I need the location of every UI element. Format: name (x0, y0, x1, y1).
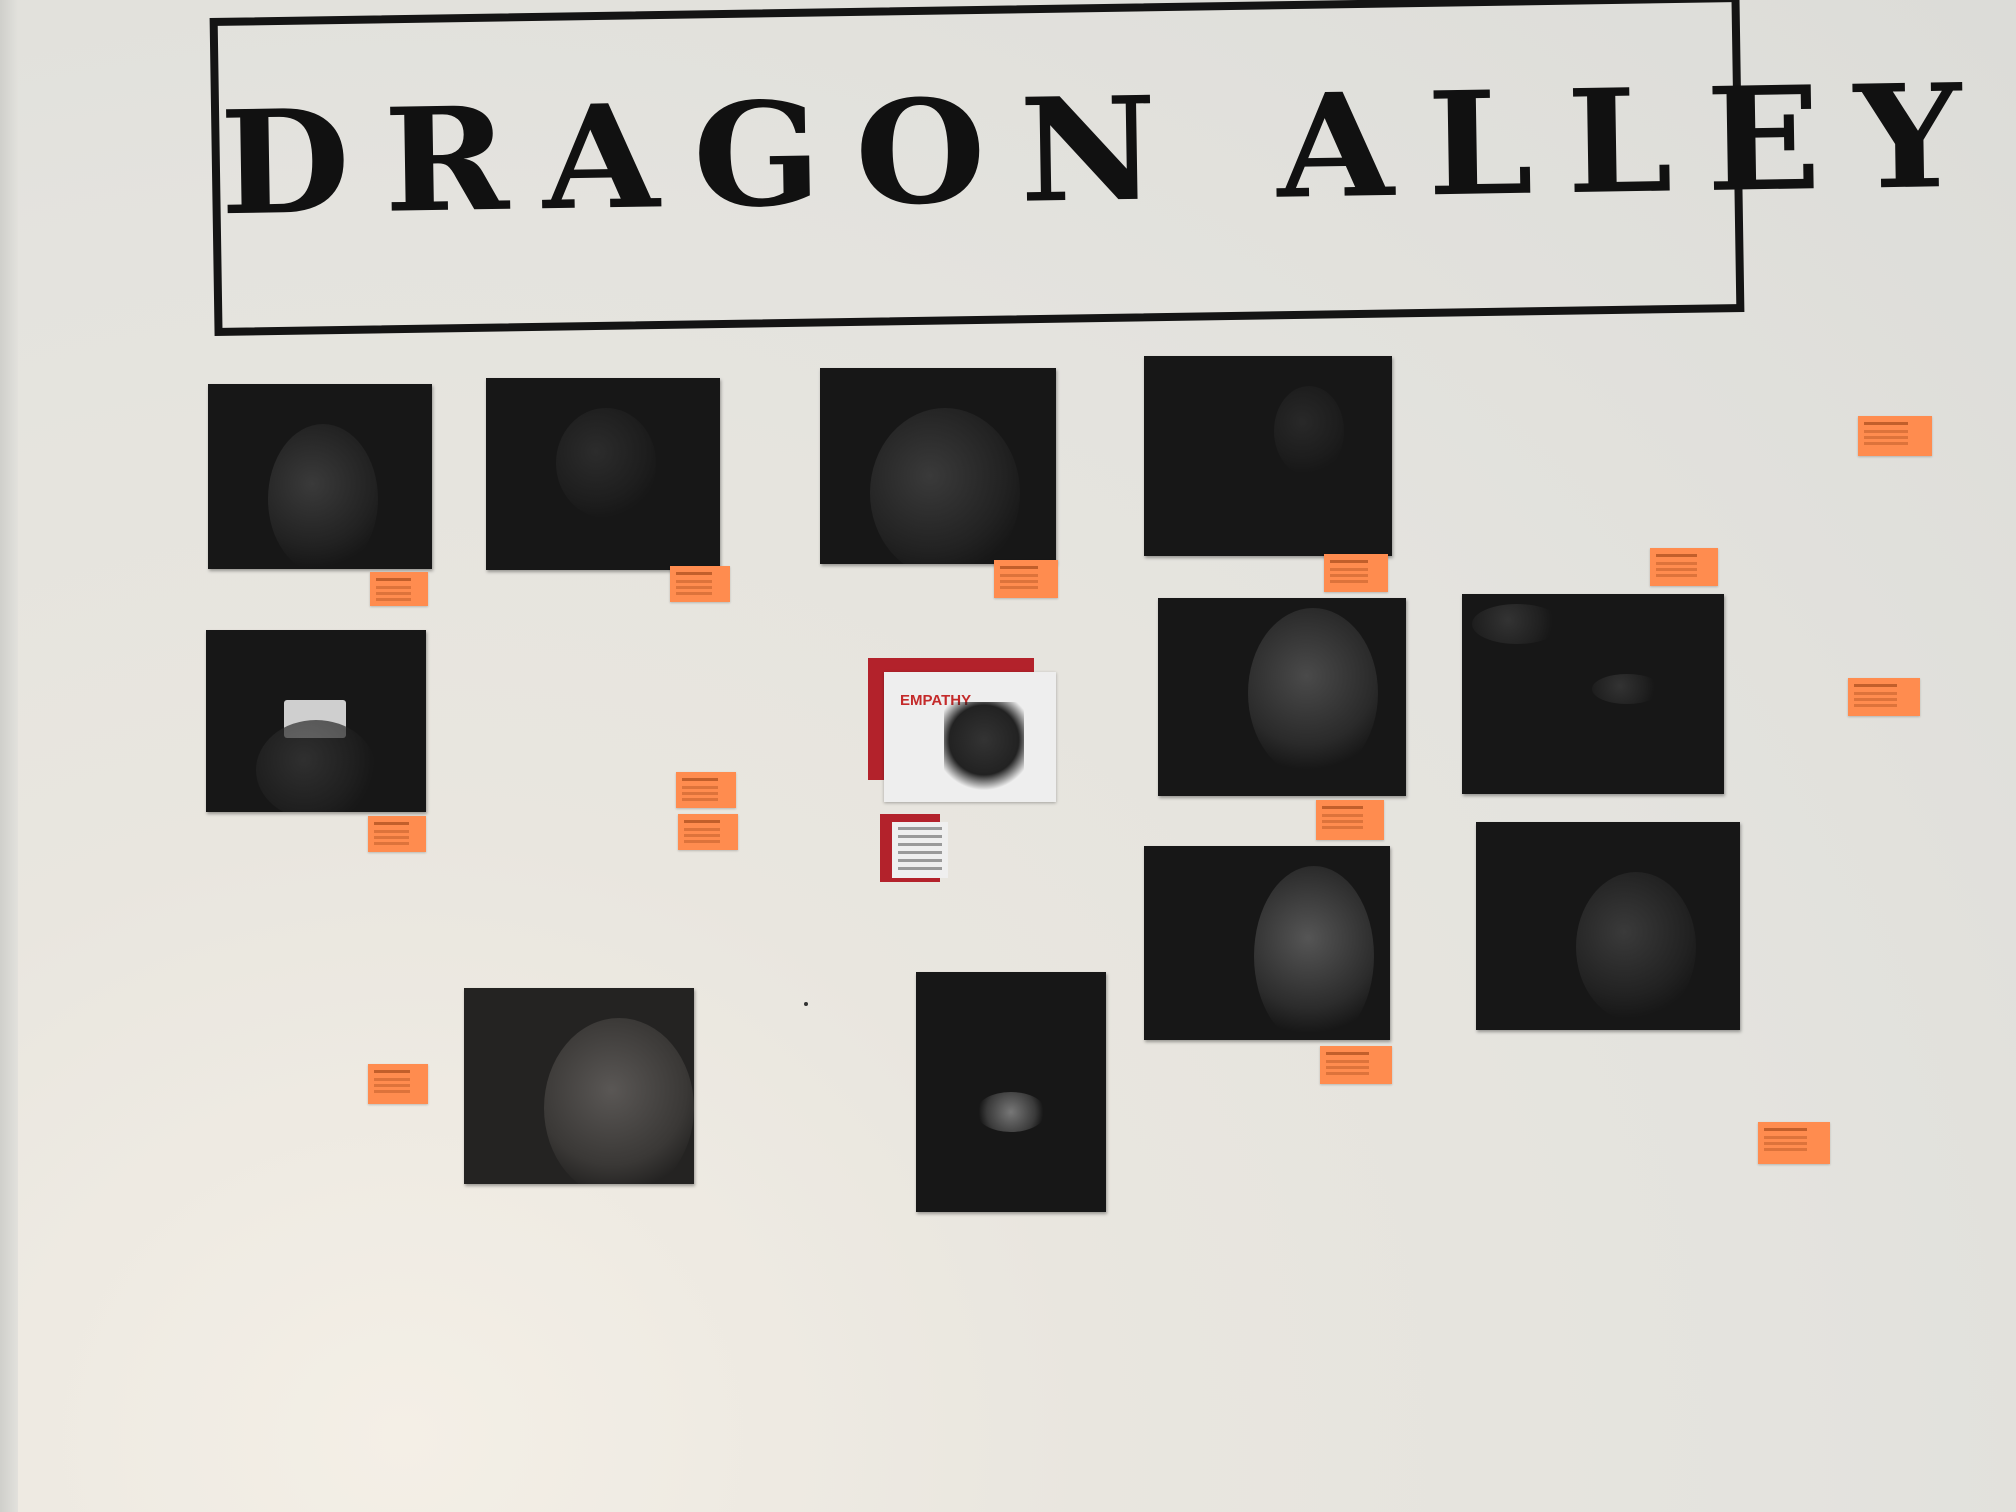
photo-hands-sign (206, 630, 426, 812)
text-card (892, 822, 948, 878)
label-note (670, 566, 730, 602)
wall-edge (0, 0, 18, 1512)
pin (804, 1002, 808, 1006)
label-note (368, 1064, 428, 1104)
photo-portrait-7 (1476, 822, 1740, 1030)
title-banner: DRAGON ALLEY (209, 0, 1997, 336)
photo-portrait-3 (820, 368, 1056, 564)
label-note (1848, 678, 1920, 716)
photo-hands (1462, 594, 1724, 794)
photo-dark-figure (916, 972, 1106, 1212)
label-note (1650, 548, 1718, 586)
label-note (368, 816, 426, 852)
photo-portrait-6 (1144, 846, 1390, 1040)
photo-portrait-4 (1144, 356, 1392, 556)
label-note (370, 572, 428, 606)
label-note (678, 814, 738, 850)
feature-collage: EMPATHY (868, 656, 1058, 886)
poster-print: EMPATHY (884, 672, 1056, 802)
photo-portrait-2 (486, 378, 720, 570)
label-note (676, 772, 736, 808)
title-text: DRAGON ALLEY (218, 52, 1997, 248)
label-note (1858, 416, 1932, 456)
label-note (1758, 1122, 1830, 1164)
label-note (1320, 1046, 1392, 1084)
photo-portrait-5 (1158, 598, 1406, 796)
label-note (1324, 554, 1388, 592)
photo-child-portrait (464, 988, 694, 1184)
label-note (994, 560, 1058, 598)
photo-portrait-1 (208, 384, 432, 569)
label-note (1316, 800, 1384, 840)
